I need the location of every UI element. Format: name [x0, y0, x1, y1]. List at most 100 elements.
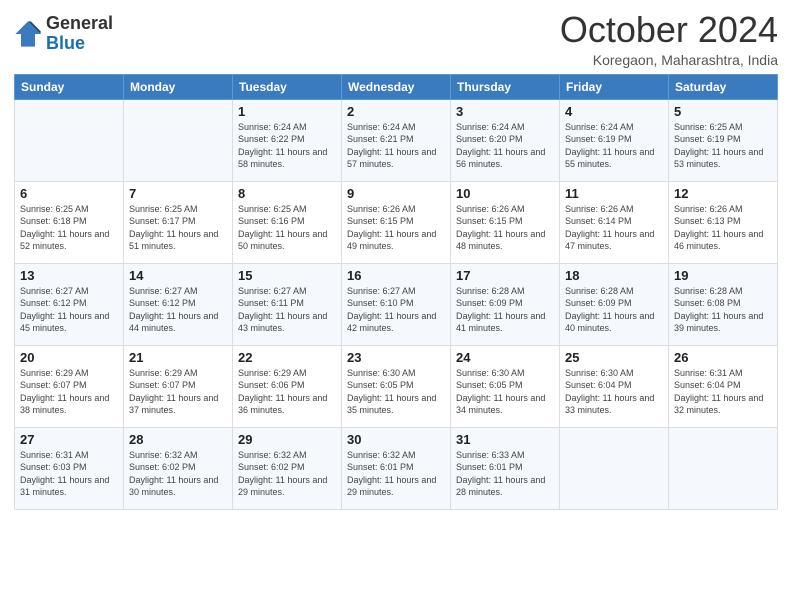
header-wednesday: Wednesday — [342, 74, 451, 99]
day-number: 26 — [674, 350, 772, 365]
day-info: Sunrise: 6:32 AM Sunset: 6:01 PM Dayligh… — [347, 449, 445, 499]
day-number: 27 — [20, 432, 118, 447]
day-number: 16 — [347, 268, 445, 283]
day-number: 23 — [347, 350, 445, 365]
day-number: 10 — [456, 186, 554, 201]
day-info: Sunrise: 6:26 AM Sunset: 6:14 PM Dayligh… — [565, 203, 663, 253]
day-number: 20 — [20, 350, 118, 365]
day-number: 31 — [456, 432, 554, 447]
calendar-cell: 23 Sunrise: 6:30 AM Sunset: 6:05 PM Dayli… — [342, 345, 451, 427]
day-number: 28 — [129, 432, 227, 447]
day-number: 1 — [238, 104, 336, 119]
calendar-cell: 22Sunrise: 6:29 AM Sunset: 6:06 PM Dayli… — [233, 345, 342, 427]
calendar-cell: 7 Sunrise: 6:25 AM Sunset: 6:17 PM Daylig… — [124, 181, 233, 263]
calendar-cell — [560, 427, 669, 509]
logo: General Blue — [14, 14, 113, 54]
day-info: Sunrise: 6:24 AM Sunset: 6:22 PM Dayligh… — [238, 121, 336, 171]
calendar-cell: 27Sunrise: 6:31 AM Sunset: 6:03 PM Dayli… — [15, 427, 124, 509]
day-number: 17 — [456, 268, 554, 283]
day-number: 15 — [238, 268, 336, 283]
subtitle: Koregaon, Maharashtra, India — [560, 52, 778, 68]
day-info: Sunrise: 6:31 AM Sunset: 6:04 PM Dayligh… — [674, 367, 772, 417]
calendar-cell: 8 Sunrise: 6:25 AM Sunset: 6:16 PM Daylig… — [233, 181, 342, 263]
day-info: Sunrise: 6:28 AM Sunset: 6:09 PM Dayligh… — [565, 285, 663, 335]
calendar-week-5: 27Sunrise: 6:31 AM Sunset: 6:03 PM Dayli… — [15, 427, 778, 509]
day-info: Sunrise: 6:33 AM Sunset: 6:01 PM Dayligh… — [456, 449, 554, 499]
logo-text: General Blue — [46, 14, 113, 54]
day-info: Sunrise: 6:25 AM Sunset: 6:17 PM Dayligh… — [129, 203, 227, 253]
logo-icon — [14, 20, 42, 48]
day-info: Sunrise: 6:28 AM Sunset: 6:09 PM Dayligh… — [456, 285, 554, 335]
header-row: Sunday Monday Tuesday Wednesday Thursday… — [15, 74, 778, 99]
day-number: 29 — [238, 432, 336, 447]
calendar-cell: 6 Sunrise: 6:25 AM Sunset: 6:18 PM Daylig… — [15, 181, 124, 263]
calendar-cell: 13 Sunrise: 6:27 AM Sunset: 6:12 PM Dayli… — [15, 263, 124, 345]
calendar-cell: 12Sunrise: 6:26 AM Sunset: 6:13 PM Dayli… — [669, 181, 778, 263]
calendar: Sunday Monday Tuesday Wednesday Thursday… — [14, 74, 778, 510]
day-number: 30 — [347, 432, 445, 447]
day-info: Sunrise: 6:25 AM Sunset: 6:18 PM Dayligh… — [20, 203, 118, 253]
calendar-cell: 24 Sunrise: 6:30 AM Sunset: 6:05 PM Dayli… — [451, 345, 560, 427]
calendar-cell: 21 Sunrise: 6:29 AM Sunset: 6:07 PM Dayli… — [124, 345, 233, 427]
header-sunday: Sunday — [15, 74, 124, 99]
header-saturday: Saturday — [669, 74, 778, 99]
calendar-body: 1 Sunrise: 6:24 AM Sunset: 6:22 PM Daylig… — [15, 99, 778, 509]
day-number: 9 — [347, 186, 445, 201]
day-info: Sunrise: 6:30 AM Sunset: 6:05 PM Dayligh… — [456, 367, 554, 417]
calendar-cell: 31 Sunrise: 6:33 AM Sunset: 6:01 PM Dayli… — [451, 427, 560, 509]
day-number: 14 — [129, 268, 227, 283]
day-number: 19 — [674, 268, 772, 283]
calendar-cell: 29 Sunrise: 6:32 AM Sunset: 6:02 PM Dayli… — [233, 427, 342, 509]
day-info: Sunrise: 6:29 AM Sunset: 6:07 PM Dayligh… — [129, 367, 227, 417]
header-friday: Friday — [560, 74, 669, 99]
day-info: Sunrise: 6:27 AM Sunset: 6:12 PM Dayligh… — [129, 285, 227, 335]
day-number: 13 — [20, 268, 118, 283]
calendar-cell: 26 Sunrise: 6:31 AM Sunset: 6:04 PM Dayli… — [669, 345, 778, 427]
calendar-cell: 20 Sunrise: 6:29 AM Sunset: 6:07 PM Dayli… — [15, 345, 124, 427]
day-info: Sunrise: 6:26 AM Sunset: 6:15 PM Dayligh… — [456, 203, 554, 253]
calendar-cell: 18Sunrise: 6:28 AM Sunset: 6:09 PM Dayli… — [560, 263, 669, 345]
calendar-cell: 30 Sunrise: 6:32 AM Sunset: 6:01 PM Dayli… — [342, 427, 451, 509]
day-info: Sunrise: 6:24 AM Sunset: 6:21 PM Dayligh… — [347, 121, 445, 171]
day-info: Sunrise: 6:30 AM Sunset: 6:05 PM Dayligh… — [347, 367, 445, 417]
day-info: Sunrise: 6:27 AM Sunset: 6:11 PM Dayligh… — [238, 285, 336, 335]
day-number: 5 — [674, 104, 772, 119]
calendar-week-4: 20 Sunrise: 6:29 AM Sunset: 6:07 PM Dayli… — [15, 345, 778, 427]
calendar-cell: 16 Sunrise: 6:27 AM Sunset: 6:10 PM Dayli… — [342, 263, 451, 345]
calendar-cell: 14 Sunrise: 6:27 AM Sunset: 6:12 PM Dayli… — [124, 263, 233, 345]
day-info: Sunrise: 6:32 AM Sunset: 6:02 PM Dayligh… — [129, 449, 227, 499]
day-number: 2 — [347, 104, 445, 119]
day-info: Sunrise: 6:28 AM Sunset: 6:08 PM Dayligh… — [674, 285, 772, 335]
day-info: Sunrise: 6:30 AM Sunset: 6:04 PM Dayligh… — [565, 367, 663, 417]
header-monday: Monday — [124, 74, 233, 99]
day-number: 3 — [456, 104, 554, 119]
day-info: Sunrise: 6:29 AM Sunset: 6:07 PM Dayligh… — [20, 367, 118, 417]
day-number: 24 — [456, 350, 554, 365]
calendar-cell: 25Sunrise: 6:30 AM Sunset: 6:04 PM Dayli… — [560, 345, 669, 427]
calendar-cell: 3 Sunrise: 6:24 AM Sunset: 6:20 PM Daylig… — [451, 99, 560, 181]
calendar-cell: 9 Sunrise: 6:26 AM Sunset: 6:15 PM Daylig… — [342, 181, 451, 263]
calendar-cell — [124, 99, 233, 181]
calendar-cell: 2 Sunrise: 6:24 AM Sunset: 6:21 PM Daylig… — [342, 99, 451, 181]
calendar-cell: 1 Sunrise: 6:24 AM Sunset: 6:22 PM Daylig… — [233, 99, 342, 181]
day-info: Sunrise: 6:27 AM Sunset: 6:12 PM Dayligh… — [20, 285, 118, 335]
calendar-week-3: 13 Sunrise: 6:27 AM Sunset: 6:12 PM Dayli… — [15, 263, 778, 345]
title-block: October 2024 Koregaon, Maharashtra, Indi… — [560, 10, 778, 68]
day-number: 12 — [674, 186, 772, 201]
day-number: 7 — [129, 186, 227, 201]
calendar-cell: 19 Sunrise: 6:28 AM Sunset: 6:08 PM Dayli… — [669, 263, 778, 345]
calendar-cell: 5Sunrise: 6:25 AM Sunset: 6:19 PM Daylig… — [669, 99, 778, 181]
page: General Blue October 2024 Koregaon, Maha… — [0, 0, 792, 612]
day-info: Sunrise: 6:29 AM Sunset: 6:06 PM Dayligh… — [238, 367, 336, 417]
calendar-cell — [669, 427, 778, 509]
day-number: 8 — [238, 186, 336, 201]
day-info: Sunrise: 6:24 AM Sunset: 6:20 PM Dayligh… — [456, 121, 554, 171]
day-number: 6 — [20, 186, 118, 201]
day-info: Sunrise: 6:26 AM Sunset: 6:15 PM Dayligh… — [347, 203, 445, 253]
day-info: Sunrise: 6:24 AM Sunset: 6:19 PM Dayligh… — [565, 121, 663, 171]
day-number: 21 — [129, 350, 227, 365]
day-info: Sunrise: 6:25 AM Sunset: 6:16 PM Dayligh… — [238, 203, 336, 253]
day-info: Sunrise: 6:32 AM Sunset: 6:02 PM Dayligh… — [238, 449, 336, 499]
calendar-cell: 11Sunrise: 6:26 AM Sunset: 6:14 PM Dayli… — [560, 181, 669, 263]
day-info: Sunrise: 6:27 AM Sunset: 6:10 PM Dayligh… — [347, 285, 445, 335]
